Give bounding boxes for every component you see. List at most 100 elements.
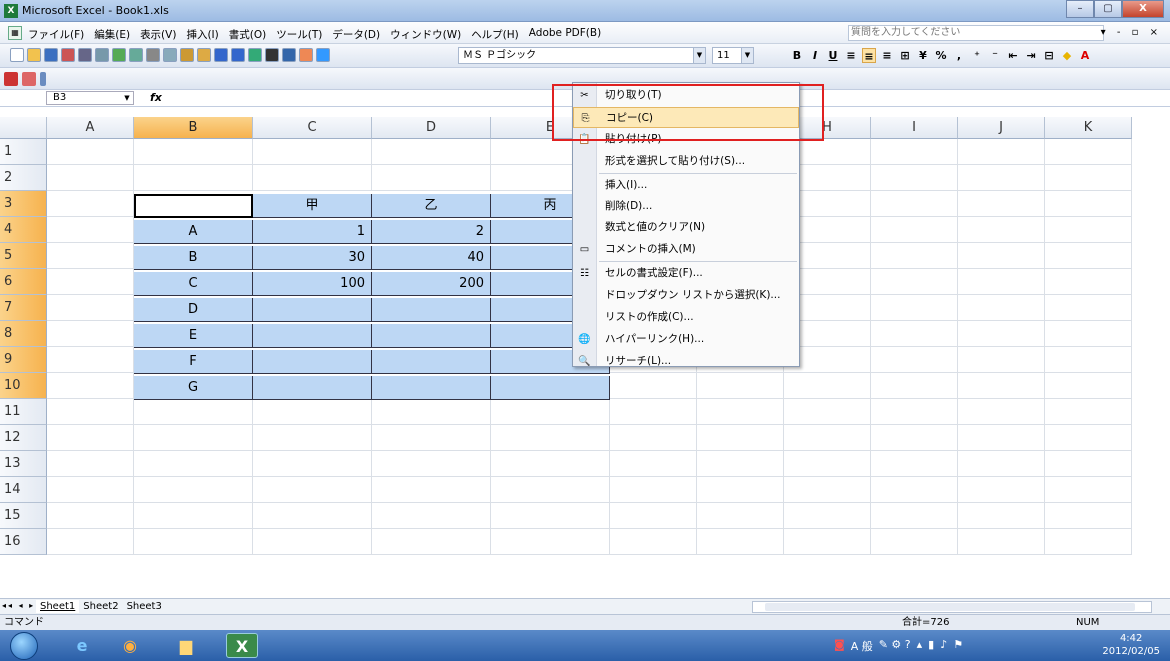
- grid-cell[interactable]: [871, 191, 958, 217]
- fill-color-icon[interactable]: ◆: [1060, 48, 1074, 63]
- comma-icon[interactable]: ,: [952, 48, 966, 63]
- align-left-icon[interactable]: ≡: [844, 48, 858, 63]
- context-menu-item-format-cells[interactable]: ☷ セルの書式設定(F)...: [573, 263, 799, 284]
- grid-cell[interactable]: [871, 321, 958, 347]
- context-menu-item-pick-from-list[interactable]: ドロップダウン リストから選択(K)...: [573, 285, 799, 306]
- grid-cell[interactable]: [871, 269, 958, 295]
- grid-cell[interactable]: [697, 451, 784, 477]
- context-menu-item-paste-special[interactable]: 形式を選択して貼り付け(S)...: [573, 151, 799, 172]
- table-cell[interactable]: [253, 350, 372, 374]
- underline-button[interactable]: U: [826, 48, 840, 63]
- context-menu-item-insert[interactable]: 挿入(I)...: [573, 175, 799, 196]
- name-box[interactable]: B3 ▼: [46, 91, 134, 105]
- row-header-8[interactable]: 8: [0, 321, 47, 347]
- table-header-cell[interactable]: 甲: [253, 194, 372, 218]
- grid-cell[interactable]: [372, 477, 491, 503]
- grid-cell[interactable]: [134, 477, 253, 503]
- row-header-7[interactable]: 7: [0, 295, 47, 321]
- table-row-label[interactable]: D: [134, 298, 253, 322]
- row-header-9[interactable]: 9: [0, 347, 47, 373]
- font-name-select[interactable]: ＭＳ Ｐゴシック ▼: [458, 47, 706, 64]
- grid-cell[interactable]: [784, 425, 871, 451]
- grid-cell[interactable]: [958, 139, 1045, 165]
- grid-cell[interactable]: [253, 451, 372, 477]
- grid-cell[interactable]: [958, 399, 1045, 425]
- grid-cell[interactable]: [47, 347, 134, 373]
- grid-cell[interactable]: [697, 425, 784, 451]
- column-header-a[interactable]: A: [47, 117, 134, 139]
- grid-cell[interactable]: [871, 451, 958, 477]
- grid-cell[interactable]: [134, 399, 253, 425]
- grid-cell[interactable]: [134, 139, 253, 165]
- decrease-indent-icon[interactable]: ⇤: [1006, 48, 1020, 63]
- permission-icon[interactable]: [61, 48, 75, 62]
- grid-cell[interactable]: [697, 373, 784, 399]
- grid-cell[interactable]: [372, 165, 491, 191]
- row-header-6[interactable]: 6: [0, 269, 47, 295]
- network-icon[interactable]: ▮: [928, 638, 934, 654]
- redo-icon[interactable]: [231, 48, 245, 62]
- grid-cell[interactable]: [784, 451, 871, 477]
- menu-item[interactable]: ファイル(F): [28, 27, 84, 42]
- grid-cell[interactable]: [1045, 269, 1132, 295]
- print-icon[interactable]: [78, 48, 92, 62]
- copy-icon[interactable]: [163, 48, 177, 62]
- grid-cell[interactable]: [491, 503, 610, 529]
- grid-cell[interactable]: [958, 347, 1045, 373]
- ie-icon[interactable]: e: [66, 633, 98, 658]
- grid-cell[interactable]: [610, 399, 697, 425]
- grid-cell[interactable]: [871, 295, 958, 321]
- grid-cell[interactable]: [610, 373, 697, 399]
- grid-cell[interactable]: [47, 503, 134, 529]
- grid-cell[interactable]: [958, 451, 1045, 477]
- grid-cell[interactable]: [253, 139, 372, 165]
- grid-cell[interactable]: [372, 399, 491, 425]
- open-icon[interactable]: [27, 48, 41, 62]
- grid-cell[interactable]: [1045, 217, 1132, 243]
- italic-button[interactable]: I: [808, 48, 822, 63]
- grid-cell[interactable]: [958, 243, 1045, 269]
- minimize-button[interactable]: –: [1066, 0, 1094, 18]
- grid-cell[interactable]: [1045, 139, 1132, 165]
- grid-cell[interactable]: [1045, 373, 1132, 399]
- column-header-j[interactable]: J: [958, 117, 1045, 139]
- grid-cell[interactable]: [871, 165, 958, 191]
- grid-cell[interactable]: [47, 165, 134, 191]
- grid-cell[interactable]: [47, 295, 134, 321]
- grid-cell[interactable]: [253, 477, 372, 503]
- grid-cell[interactable]: [47, 217, 134, 243]
- chart-wizard-icon[interactable]: [299, 48, 313, 62]
- row-header-2[interactable]: 2: [0, 165, 47, 191]
- grid-cell[interactable]: [372, 139, 491, 165]
- ime-indicator[interactable]: A 般: [851, 638, 873, 654]
- increase-indent-icon[interactable]: ⇥: [1024, 48, 1038, 63]
- cut-icon[interactable]: [146, 48, 160, 62]
- grid-cell[interactable]: [491, 477, 610, 503]
- grid-cell[interactable]: [47, 451, 134, 477]
- undo-icon[interactable]: [214, 48, 228, 62]
- grid-cell[interactable]: [871, 243, 958, 269]
- row-header-10[interactable]: 10: [0, 373, 47, 399]
- grid-cell[interactable]: [958, 165, 1045, 191]
- grid-cell[interactable]: [784, 529, 871, 555]
- grid-cell[interactable]: [871, 399, 958, 425]
- excel-app-icon[interactable]: X: [4, 4, 18, 18]
- research-icon[interactable]: [129, 48, 143, 62]
- grid-cell[interactable]: [958, 295, 1045, 321]
- grid-cell[interactable]: [610, 503, 697, 529]
- grid-cell[interactable]: [253, 425, 372, 451]
- grid-cell[interactable]: [253, 503, 372, 529]
- grid-cell[interactable]: [1045, 165, 1132, 191]
- help-icon[interactable]: [316, 48, 330, 62]
- chevron-down-icon[interactable]: ▼: [693, 48, 705, 63]
- table-row-label[interactable]: G: [134, 376, 253, 400]
- volume-icon[interactable]: ♪: [940, 638, 947, 654]
- row-header-3[interactable]: 3: [0, 191, 47, 217]
- table-cell[interactable]: 30: [253, 246, 372, 270]
- grid-cell[interactable]: [1045, 451, 1132, 477]
- table-cell[interactable]: 100: [253, 272, 372, 296]
- table-cell[interactable]: [372, 350, 491, 374]
- grid-cell[interactable]: [491, 529, 610, 555]
- context-menu-item-insert-comment[interactable]: ▭ コメントの挿入(M): [573, 239, 799, 260]
- grid-cell[interactable]: [1045, 477, 1132, 503]
